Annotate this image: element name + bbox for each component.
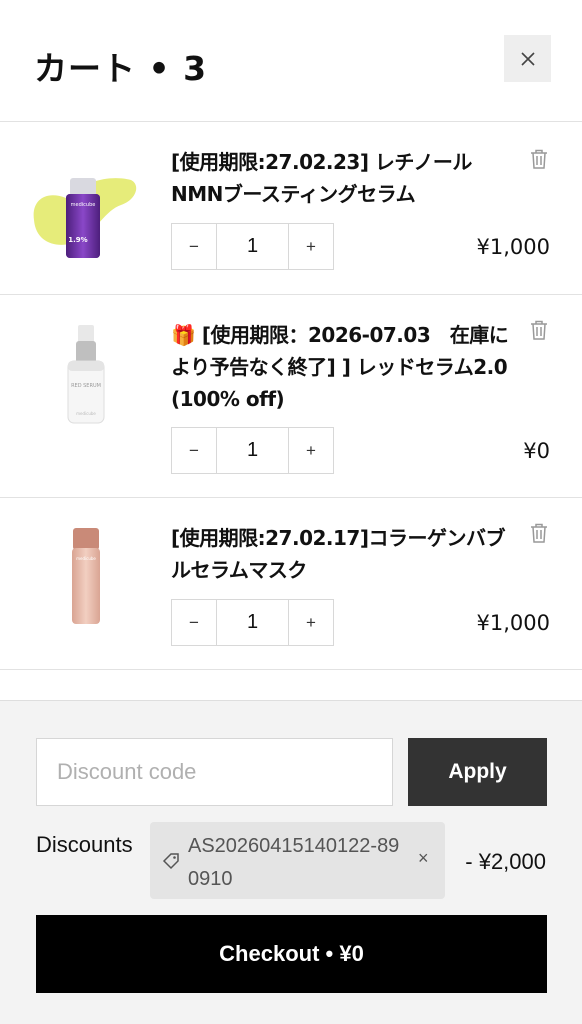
svg-text:RED SERUM: RED SERUM xyxy=(71,383,101,389)
increase-button[interactable]: + xyxy=(288,600,333,645)
quantity-value[interactable]: 1 xyxy=(217,600,288,645)
quantity-stepper: − 1 + xyxy=(171,223,334,270)
quantity-value[interactable]: 1 xyxy=(217,428,288,473)
item-price: ¥1,000 xyxy=(476,611,550,635)
item-price: ¥1,000 xyxy=(476,235,550,259)
quantity-value[interactable]: 1 xyxy=(217,224,288,269)
item-title[interactable]: [使用期限:27.02.23] レチノール NMNブースティングセラム xyxy=(171,146,516,210)
remove-discount-button[interactable]: × xyxy=(418,848,429,869)
cart-item: RED SERUM medicube 🎁 [使用期限：2026-07.03 在庫… xyxy=(0,295,582,498)
tag-icon xyxy=(162,853,179,870)
delete-item-button[interactable] xyxy=(526,520,552,546)
checkout-button[interactable]: Checkout • ¥0 xyxy=(36,915,547,993)
cart-header: カート • 3 xyxy=(0,0,582,122)
discount-code: AS20260415140122-890910 xyxy=(188,835,400,890)
delete-item-button[interactable] xyxy=(526,146,552,172)
svg-text:medicube: medicube xyxy=(76,411,96,416)
item-price: ¥0 xyxy=(523,439,550,463)
decrease-button[interactable]: − xyxy=(172,428,217,473)
cart-item: medicube 1.9% [使用期限:27.02.23] レチノール NMNブ… xyxy=(0,122,582,295)
discount-amount: - ¥2,000 xyxy=(465,849,546,874)
cart-title: カート • 3 xyxy=(34,49,208,88)
trash-icon xyxy=(531,523,547,543)
svg-text:1.9%: 1.9% xyxy=(68,236,87,244)
decrease-button[interactable]: − xyxy=(172,224,217,269)
discount-tag: AS20260415140122-890910 × xyxy=(150,822,445,899)
quantity-stepper: − 1 + xyxy=(171,599,334,646)
quantity-stepper: − 1 + xyxy=(171,427,334,474)
apply-button[interactable]: Apply xyxy=(408,738,547,806)
svg-text:medicube: medicube xyxy=(76,556,96,561)
cart-footer: Apply Discounts AS20260415140122-890910 … xyxy=(0,700,582,1024)
decrease-button[interactable]: − xyxy=(172,600,217,645)
increase-button[interactable]: + xyxy=(288,224,333,269)
delete-item-button[interactable] xyxy=(526,317,552,343)
close-button[interactable] xyxy=(504,35,551,82)
trash-icon xyxy=(531,149,547,169)
discounts-label: Discounts xyxy=(36,832,133,857)
product-image[interactable]: medicube 1.9% xyxy=(26,150,146,270)
close-icon xyxy=(520,51,535,66)
increase-button[interactable]: + xyxy=(288,428,333,473)
product-image[interactable]: medicube xyxy=(26,526,146,646)
trash-icon xyxy=(531,320,547,340)
product-image[interactable]: RED SERUM medicube xyxy=(26,325,146,445)
cart-item: medicube [使用期限:27.02.17]コラーゲンバブルセラムマスク −… xyxy=(0,498,582,670)
svg-text:medicube: medicube xyxy=(71,202,96,208)
discount-code-input[interactable] xyxy=(36,738,393,806)
item-title[interactable]: [使用期限:27.02.17]コラーゲンバブルセラムマスク xyxy=(171,522,516,586)
item-title[interactable]: 🎁 [使用期限：2026-07.03 在庫により予告なく終了] ] レッドセラム… xyxy=(171,319,516,415)
